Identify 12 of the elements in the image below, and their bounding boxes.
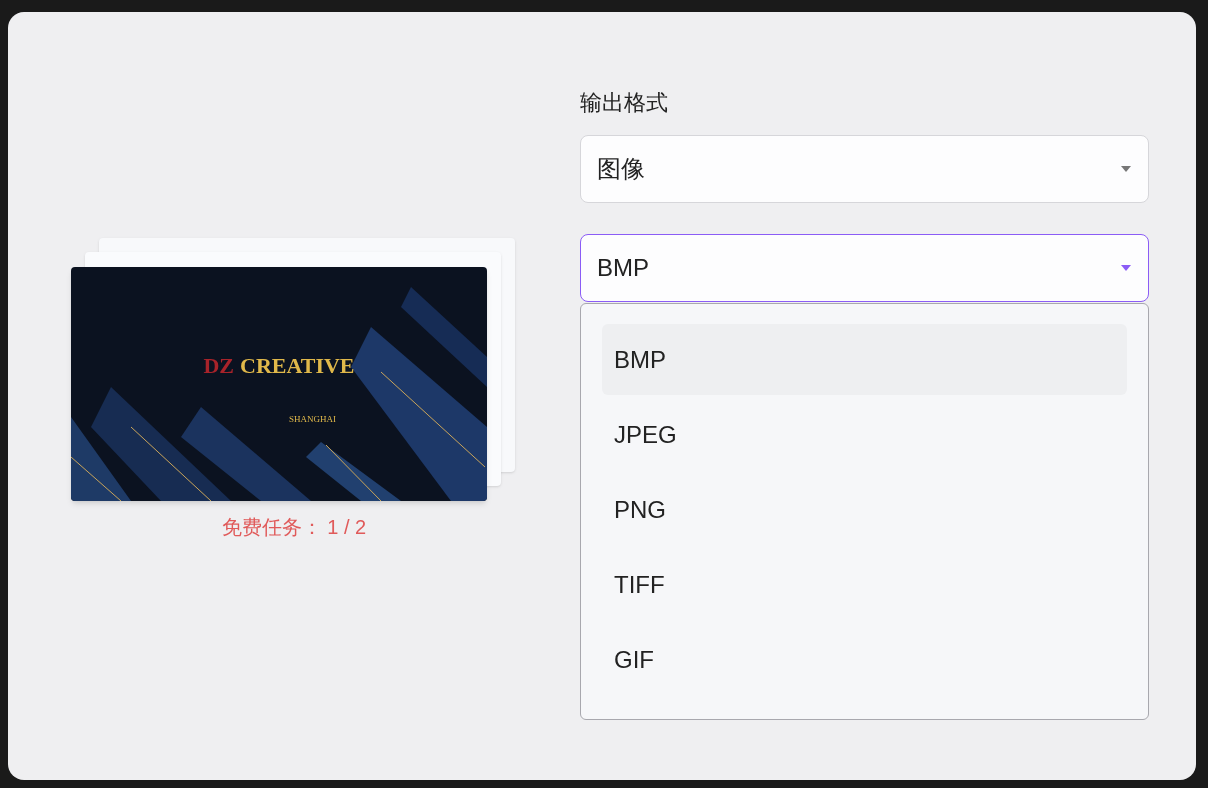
category-select[interactable]: 图像 <box>580 135 1149 203</box>
slide-title: CREATIVE <box>240 352 355 380</box>
section-label: 输出格式 <box>580 89 669 117</box>
format-option[interactable]: JPEG <box>602 399 1127 470</box>
slide-subtitle: SHANGHAI <box>289 413 336 426</box>
format-option[interactable]: PNG <box>602 474 1127 545</box>
format-option[interactable]: TIFF <box>602 549 1127 620</box>
format-option[interactable]: GIF <box>602 624 1127 695</box>
free-task-counter: 免费任务： 1 / 2 <box>221 515 367 540</box>
slide-title-prefix: DZ <box>203 352 234 380</box>
format-option[interactable]: BMP <box>602 324 1127 395</box>
format-select[interactable]: BMP <box>580 234 1149 302</box>
